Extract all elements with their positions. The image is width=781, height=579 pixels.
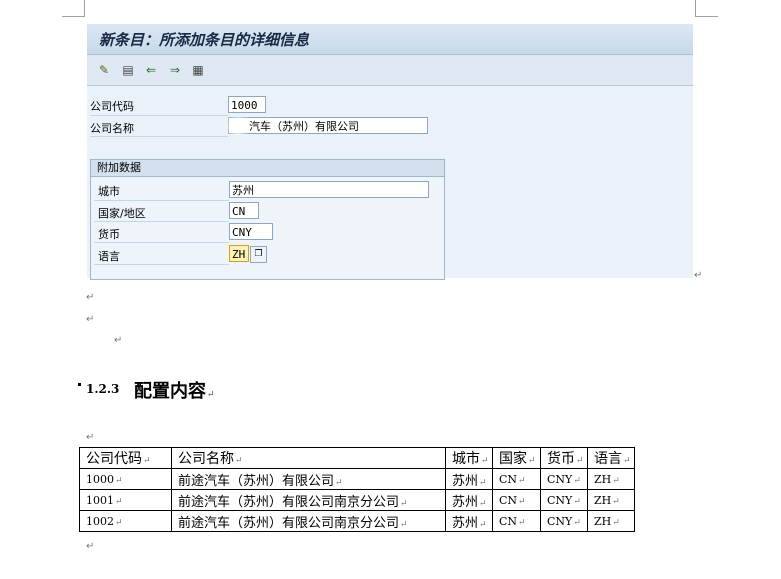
table-header-row: 公司代码↵ 公司名称↵ 城市↵ 国家↵ 货币↵ 语言↵ (79, 447, 635, 469)
row-divider (90, 115, 228, 116)
paragraph-mark: ↵ (86, 432, 95, 443)
header-company-name: 公司名称↵ (171, 447, 446, 469)
next-entry-icon[interactable]: ⇒ (167, 62, 183, 78)
cell-country: CN↵ (492, 510, 541, 532)
row-divider (94, 221, 229, 222)
cell-language: ZH↵ (587, 510, 635, 532)
edit-glasses-icon[interactable]: ✎ (96, 62, 112, 78)
cell-language: ZH↵ (587, 489, 635, 511)
redaction-blur (228, 117, 248, 135)
row-divider (90, 136, 228, 137)
undo-icon[interactable]: ⇐ (143, 62, 159, 78)
cell-company-code: 1001↵ (79, 489, 172, 511)
company-code-field[interactable]: 1000 (228, 96, 266, 113)
page-corner-mark-left (62, 0, 85, 17)
cell-currency: CNY↵ (540, 510, 588, 532)
sap-screen-title: 新条目：所添加条目的详细信息 (99, 31, 310, 49)
cell-language: ZH↵ (587, 468, 635, 490)
paragraph-mark: ↵ (86, 541, 95, 552)
cell-currency: CNY↵ (540, 468, 588, 490)
heading-number: 1.2.3 (86, 382, 120, 396)
language-field[interactable]: ZH (229, 245, 249, 262)
country-field[interactable]: CN (229, 202, 259, 219)
header-city: 城市↵ (445, 447, 493, 469)
row-divider (94, 264, 229, 265)
cell-company-code: 1002↵ (79, 510, 172, 532)
row-divider (94, 200, 229, 201)
table-row: 1002↵ 前途汽车（苏州）有限公司南京分公司↵ 苏州↵ CN↵ CNY↵ ZH… (79, 510, 635, 532)
language-value-help-icon[interactable]: ❐ (250, 246, 267, 263)
paragraph-mark: ↵ (114, 335, 123, 346)
heading-bullet (78, 383, 81, 386)
header-language: 语言↵ (587, 447, 635, 469)
cell-country: CN↵ (492, 468, 541, 490)
company-name-field[interactable]: 汽车（苏州）有限公司 (228, 117, 428, 134)
sap-screen-image: 新条目：所添加条目的详细信息 ✎ ▤ ⇐ ⇒ ▦ 公司代码 1000 公司名称 … (87, 24, 693, 280)
language-label: 语言 (98, 250, 120, 263)
currency-label: 货币 (98, 228, 120, 241)
config-table: 公司代码↵ 公司名称↵ 城市↵ 国家↵ 货币↵ 语言↵ 1000↵ 前途汽车（苏… (79, 447, 635, 532)
header-company-code: 公司代码↵ (79, 447, 172, 469)
sap-title-bar: 新条目：所添加条目的详细信息 (87, 24, 693, 55)
sap-toolbar: ✎ ▤ ⇐ ⇒ ▦ (87, 55, 693, 86)
select-all-icon[interactable]: ▦ (190, 62, 206, 78)
paragraph-mark: ↵ (86, 314, 95, 325)
city-field[interactable]: 苏州 (229, 181, 429, 198)
header-currency: 货币↵ (540, 447, 588, 469)
company-code-label: 公司代码 (90, 100, 134, 113)
cell-company-name: 前途汽车（苏州）有限公司南京分公司↵ (171, 489, 446, 511)
table-row: 1001↵ 前途汽车（苏州）有限公司南京分公司↵ 苏州↵ CN↵ CNY↵ ZH… (79, 489, 635, 511)
country-label: 国家/地区 (98, 207, 146, 220)
paragraph-mark: ↵ (86, 292, 95, 303)
additional-data-group: 附加数据 城市 苏州 国家/地区 CN 货币 CNY 语言 ZH (90, 159, 445, 280)
cell-company-name: 前途汽车（苏州）有限公司↵ (171, 468, 446, 490)
paragraph-mark: ↵ (694, 270, 703, 281)
cell-city: 苏州↵ (445, 468, 493, 490)
page-corner-mark-right (695, 0, 718, 17)
city-label: 城市 (98, 185, 120, 198)
cell-company-name: 前途汽车（苏州）有限公司南京分公司↵ (171, 510, 446, 532)
cell-city: 苏州↵ (445, 510, 493, 532)
delete-row-icon[interactable]: ▤ (120, 62, 136, 78)
row-divider (94, 242, 229, 243)
additional-data-title: 附加数据 (91, 160, 444, 177)
cell-country: CN↵ (492, 489, 541, 511)
header-country: 国家↵ (492, 447, 541, 469)
table-row: 1000↵ 前途汽车（苏州）有限公司↵ 苏州↵ CN↵ CNY↵ ZH↵ (79, 468, 635, 490)
cell-currency: CNY↵ (540, 489, 588, 511)
heading-text: 配置内容↵ (134, 381, 215, 402)
company-name-label: 公司名称 (90, 122, 134, 135)
currency-field[interactable]: CNY (229, 223, 273, 240)
cell-company-code: 1000↵ (79, 468, 172, 490)
cell-city: 苏州↵ (445, 489, 493, 511)
